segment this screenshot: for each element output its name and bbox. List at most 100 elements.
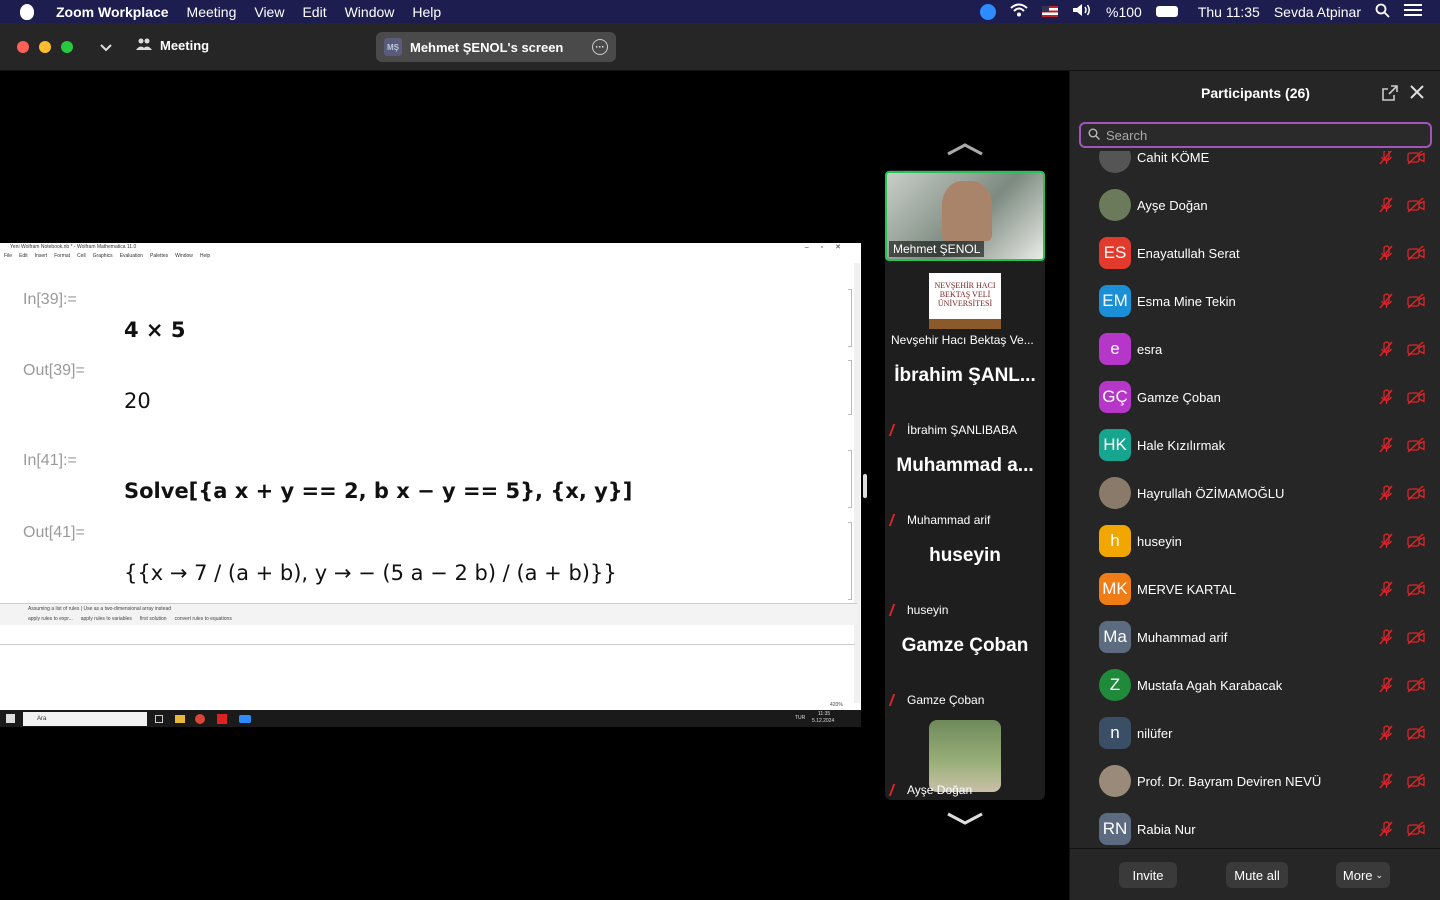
video-off-icon[interactable]: [1407, 245, 1425, 261]
video-tile-huseyin[interactable]: huseyin huseyin: [885, 531, 1045, 621]
chrome-icon[interactable]: [195, 713, 205, 724]
muted-mic-icon[interactable]: [1378, 341, 1394, 357]
math-menu-format[interactable]: Format: [54, 252, 70, 261]
video-off-icon[interactable]: [1407, 581, 1425, 597]
participant-row[interactable]: Ayşe Doğan: [1070, 181, 1440, 229]
muted-mic-icon[interactable]: [1378, 533, 1394, 549]
math-menu-graphics[interactable]: Graphics: [93, 252, 113, 261]
muted-mic-icon[interactable]: [1378, 437, 1394, 453]
video-off-icon[interactable]: [1407, 677, 1425, 693]
participant-row[interactable]: Cahit KÖME: [1070, 151, 1440, 181]
participant-row[interactable]: MK MERVE KARTAL: [1070, 565, 1440, 613]
video-off-icon[interactable]: [1407, 485, 1425, 501]
suggestion-convert-rules[interactable]: convert rules to equations: [175, 616, 232, 622]
cell-insertion-line[interactable]: [0, 644, 855, 645]
muted-mic-icon[interactable]: [1378, 725, 1394, 741]
video-off-icon[interactable]: [1407, 821, 1425, 837]
chevron-down-icon[interactable]: [100, 40, 112, 58]
math-menu-palettes[interactable]: Palettes: [150, 252, 168, 261]
zoom-status-icon[interactable]: [980, 3, 996, 20]
zoom-level[interactable]: 420%: [830, 702, 843, 708]
suggestion-first-solution[interactable]: first solution: [140, 616, 167, 622]
maximize-window-button[interactable]: [61, 41, 73, 53]
apple-icon[interactable]: [20, 3, 34, 20]
math-menu-edit[interactable]: Edit: [19, 252, 28, 261]
participant-row[interactable]: n nilüfer: [1070, 709, 1440, 757]
clock[interactable]: Thu 11:35: [1198, 4, 1260, 20]
participant-row[interactable]: GÇ Gamze Çoban: [1070, 373, 1440, 421]
volume-icon[interactable]: [1072, 3, 1092, 20]
video-off-icon[interactable]: [1407, 533, 1425, 549]
taskbar-time[interactable]: 11:35: [818, 711, 830, 717]
video-tile-gamze[interactable]: Gamze Çoban Gamze Çoban: [885, 621, 1045, 711]
participant-row[interactable]: Prof. Dr. Bayram Deviren NEVÜ: [1070, 757, 1440, 805]
video-tile-mehmet[interactable]: Mehmet ŞENOL: [885, 171, 1045, 261]
cell-bracket[interactable]: [848, 450, 852, 508]
zoom-icon[interactable]: [239, 714, 251, 723]
participant-row[interactable]: Hayrullah ÖZİMAMOĞLU: [1070, 469, 1440, 517]
menu-help[interactable]: Help: [412, 4, 441, 20]
video-off-icon[interactable]: [1407, 341, 1425, 357]
cell-bracket[interactable]: [848, 289, 852, 347]
explorer-icon[interactable]: [175, 714, 185, 723]
video-tile-muhammad[interactable]: Muhammad a... Muhammad arif: [885, 441, 1045, 531]
math-menu-file[interactable]: File: [4, 252, 12, 261]
participant-row[interactable]: Ma Muhammad arif: [1070, 613, 1440, 661]
video-off-icon[interactable]: [1407, 773, 1425, 789]
muted-mic-icon[interactable]: [1378, 151, 1394, 165]
search-input[interactable]: Search: [1079, 122, 1432, 148]
close-icon[interactable]: [1410, 85, 1424, 104]
participant-row[interactable]: ES Enayatullah Serat: [1070, 229, 1440, 277]
muted-mic-icon[interactable]: [1378, 245, 1394, 261]
taskbar-lang[interactable]: TUR: [795, 715, 805, 721]
muted-mic-icon[interactable]: [1378, 389, 1394, 405]
suggestion-apply-rules-expr[interactable]: apply rules to expr...: [28, 616, 73, 622]
meeting-info-button[interactable]: Meeting: [136, 37, 209, 54]
menu-view[interactable]: View: [254, 4, 284, 20]
video-off-icon[interactable]: [1407, 151, 1425, 165]
taskbar-search[interactable]: Ara: [23, 711, 147, 726]
task-view-icon[interactable]: [155, 714, 163, 723]
math-menu-cell[interactable]: Cell: [77, 252, 86, 261]
split-drag-handle[interactable]: [863, 474, 867, 498]
taskbar-date[interactable]: 5.12.2024: [812, 718, 834, 724]
video-off-icon[interactable]: [1407, 293, 1425, 309]
muted-mic-icon[interactable]: [1378, 581, 1394, 597]
participant-row[interactable]: Z Mustafa Agah Karabacak: [1070, 661, 1440, 709]
participant-row[interactable]: EM Esma Mine Tekin: [1070, 277, 1440, 325]
muted-mic-icon[interactable]: [1378, 293, 1394, 309]
close-window-button[interactable]: [17, 41, 29, 53]
participant-row[interactable]: h huseyin: [1070, 517, 1440, 565]
video-tile-ayse[interactable]: Ayşe Doğan: [885, 711, 1045, 801]
shared-screen[interactable]: Yeni Wolfram Notebook.nb * - Wolfram Mat…: [0, 243, 861, 727]
battery-icon[interactable]: [1155, 6, 1178, 17]
math-menu-window[interactable]: Window: [175, 252, 193, 261]
control-center-icon[interactable]: [1404, 3, 1422, 20]
scroll-down-icon[interactable]: [946, 812, 984, 831]
menu-window[interactable]: Window: [345, 4, 395, 20]
cell-expr-in39[interactable]: 4 × 5: [124, 318, 185, 342]
mute-all-button[interactable]: Mute all: [1226, 862, 1288, 888]
video-off-icon[interactable]: [1407, 437, 1425, 453]
muted-mic-icon[interactable]: [1378, 677, 1394, 693]
video-off-icon[interactable]: [1407, 725, 1425, 741]
muted-mic-icon[interactable]: [1378, 629, 1394, 645]
mathematica-icon[interactable]: [217, 713, 227, 724]
menu-meeting[interactable]: Meeting: [187, 4, 237, 20]
invite-button[interactable]: Invite: [1119, 862, 1177, 888]
viewing-screen-pill[interactable]: MŞ Mehmet ŞENOL's screen ···: [376, 32, 616, 62]
spotlight-search-icon[interactable]: [1375, 3, 1390, 21]
muted-mic-icon[interactable]: [1378, 821, 1394, 837]
scrollbar[interactable]: [854, 263, 860, 703]
cell-bracket[interactable]: [848, 522, 852, 600]
windows-start-icon[interactable]: [6, 714, 15, 723]
video-tile-nevsehir[interactable]: NEVŞEHİR HACI BEKTAŞ VELİ ÜNİVERSİTESİ N…: [885, 261, 1045, 351]
math-menu-help[interactable]: Help: [200, 252, 210, 261]
participant-row[interactable]: RN Rabia Nur: [1070, 805, 1440, 848]
minimize-window-button[interactable]: [39, 41, 51, 53]
participant-row[interactable]: HK Hale Kızılırmak: [1070, 421, 1440, 469]
video-off-icon[interactable]: [1407, 389, 1425, 405]
cell-bracket[interactable]: [848, 360, 852, 415]
muted-mic-icon[interactable]: [1378, 197, 1394, 213]
menubar-username[interactable]: Sevda Atpinar: [1274, 4, 1361, 20]
